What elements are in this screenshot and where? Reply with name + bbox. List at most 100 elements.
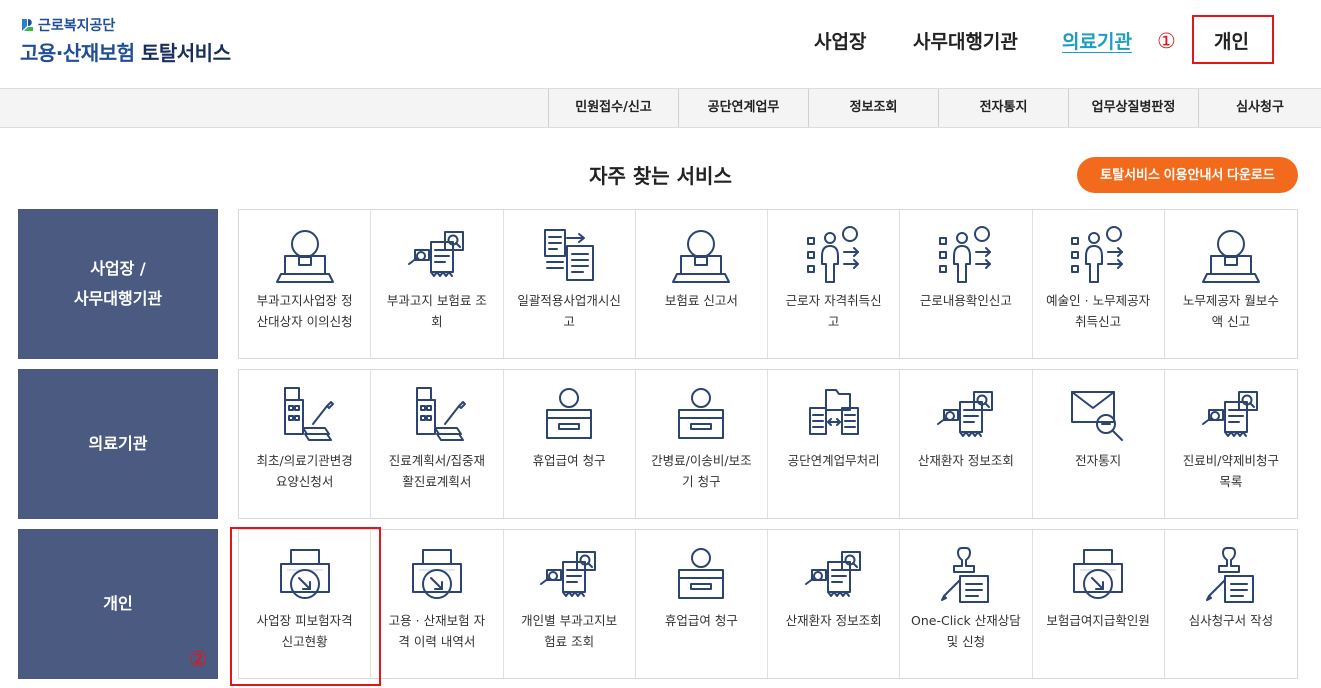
service-tile-label: 진료계획서/집중재 활진료계획서 bbox=[375, 450, 498, 492]
service-tile-label-line: 목록 bbox=[1219, 474, 1243, 489]
service-tile-label-line: 산재환자 정보조회 bbox=[785, 613, 882, 628]
service-tile-label-line: 액 신고 bbox=[1211, 314, 1251, 329]
service-tile[interactable]: $ 간병료/이송비/보조 기 청구 bbox=[636, 370, 768, 518]
service-tile[interactable]: $ 보험료 신고서 bbox=[636, 210, 768, 358]
service-tile-label-line: 보험료 신고서 bbox=[664, 293, 738, 308]
service-tile[interactable]: 근로내용확인신고 bbox=[900, 210, 1033, 358]
nav-medical[interactable]: 의료기관 bbox=[1062, 27, 1132, 54]
service-tile[interactable]: $ 부과고지사업장 정산대상자 이의신청 bbox=[239, 210, 372, 358]
service-tile-label-line: 공단연계업무처리 bbox=[787, 453, 880, 468]
service-tile-label-line: 부과고지사업장 정 bbox=[256, 293, 353, 308]
money-box-icon: $ bbox=[546, 388, 593, 439]
service-tile[interactable]: 산재환자 정보조회 bbox=[900, 370, 1033, 518]
highlight-box-personal-nav bbox=[1192, 15, 1274, 64]
service-tile-label-line: 고 bbox=[563, 314, 575, 329]
folder-exchange-icon bbox=[808, 389, 859, 435]
service-tile-label-line: 휴업급여 청구 bbox=[664, 613, 738, 628]
row-label-line: 사무대행기관 bbox=[73, 289, 163, 308]
service-tile-label: 개인별 부과고지보 험료 조회 bbox=[508, 610, 631, 652]
row-label-personal: 개인 bbox=[18, 529, 218, 679]
mail-search-icon bbox=[1071, 391, 1124, 441]
worker-list-icon bbox=[1071, 226, 1124, 283]
service-tile-label: 노무제공자 월보수 액 신고 bbox=[1169, 290, 1293, 332]
service-tile-label: 진료비/약제비청구목록 bbox=[1169, 450, 1293, 492]
service-tile[interactable]: 최초/의료기관변경 요양신청서 bbox=[239, 370, 372, 518]
service-tile-label-line: 회 bbox=[431, 314, 443, 329]
money-bulb-laptop-icon: $ bbox=[672, 230, 731, 283]
sub-nav-link-work[interactable]: 공단연계업무 bbox=[678, 89, 808, 127]
service-tiles-personal: 사업장 피보험자격 신고현황 고용 · 산재보험 자격 이력 내역서 개인별 부과… bbox=[238, 529, 1298, 679]
svg-text:$: $ bbox=[698, 552, 706, 565]
sub-nav-civil[interactable]: 민원접수/신고 bbox=[548, 89, 678, 127]
step-2-marker: ② bbox=[189, 647, 208, 671]
service-tile[interactable]: 진료계획서/집중재 활진료계획서 bbox=[371, 370, 504, 518]
step-1-marker: ① bbox=[1157, 29, 1176, 53]
service-tile-label-line: 산대상자 이의신청 bbox=[256, 314, 353, 329]
hospital-document-icon bbox=[283, 387, 334, 441]
service-tile-label-line: 진료비/약제비청구 bbox=[1182, 453, 1279, 468]
row-label-text: 의료기관 bbox=[89, 429, 148, 459]
service-tile-label-line: 부과고지 보험료 조 bbox=[386, 293, 487, 308]
service-tile-label: 심사청구서 작성 bbox=[1169, 610, 1293, 631]
worker-list-icon bbox=[938, 226, 991, 283]
service-tile-label: 부과고지사업장 정산대상자 이의신청 bbox=[243, 290, 366, 332]
svg-text:$: $ bbox=[300, 237, 310, 253]
sub-nav-review[interactable]: 심사청구 bbox=[1198, 89, 1321, 127]
service-tile-label: 전자통지 bbox=[1037, 450, 1160, 471]
nav-business[interactable]: 사업장 bbox=[814, 27, 866, 54]
service-tile[interactable]: $ 휴업급여 청구 bbox=[504, 370, 636, 518]
row-label-medical: 의료기관 bbox=[18, 369, 218, 519]
sub-nav-info[interactable]: 정보조회 bbox=[808, 89, 938, 127]
service-tile-label: 산재환자 정보조회 bbox=[904, 450, 1027, 471]
service-tile[interactable]: 심사청구서 작성 bbox=[1165, 530, 1297, 678]
printer-download-icon bbox=[1073, 549, 1124, 599]
service-tile[interactable]: $ 노무제공자 월보수 액 신고 bbox=[1165, 210, 1297, 358]
highlight-box-tile bbox=[230, 527, 381, 686]
service-tile-label: 근로자 자격취득신 고 bbox=[772, 290, 895, 332]
service-tile[interactable]: 전자통지 bbox=[1033, 370, 1165, 518]
service-tile-label: 산재환자 정보조회 bbox=[772, 610, 895, 631]
nav-agency[interactable]: 사무대행기관 bbox=[913, 27, 1018, 54]
search-document-icon bbox=[540, 551, 597, 597]
search-document-icon bbox=[1201, 391, 1258, 437]
service-tile[interactable]: 일괄적용사업개시신고 bbox=[504, 210, 636, 358]
service-tile[interactable]: $ 휴업급여 청구 bbox=[636, 530, 768, 678]
row-label-text: 개인 bbox=[103, 589, 132, 619]
service-tile-label: 휴업급여 청구 bbox=[640, 610, 763, 631]
service-tile-label-line: 고 bbox=[827, 314, 840, 329]
sub-nav: 민원접수/신고 공단연계업무 정보조회 전자통지 업무상질병판정 심사청구 bbox=[0, 88, 1321, 128]
stamp-document-icon bbox=[940, 547, 989, 603]
service-tile[interactable]: 부과고지 보험료 조회 bbox=[371, 210, 504, 358]
service-tile[interactable]: 산재환자 정보조회 bbox=[768, 530, 901, 678]
service-tile-label-line: 개인별 부과고지보 bbox=[521, 613, 618, 628]
service-tile[interactable]: 고용 · 산재보험 자격 이력 내역서 bbox=[371, 530, 504, 678]
service-tile-label-line: 격 이력 내역서 bbox=[398, 634, 476, 649]
service-tile[interactable]: 공단연계업무처리 bbox=[768, 370, 901, 518]
service-tile-label-line: 휴업급여 청구 bbox=[532, 453, 606, 468]
service-tile-label: 예술인 · 노무제공자 취득신고 bbox=[1037, 290, 1160, 332]
service-tile-label-line: 일괄적용사업개시신 bbox=[517, 293, 621, 308]
service-tile[interactable]: 진료비/약제비청구목록 bbox=[1165, 370, 1297, 518]
service-tile-label-line: 근로내용확인신고 bbox=[919, 293, 1012, 308]
service-tile-label-line: 심사청구서 작성 bbox=[1188, 613, 1274, 628]
site-header: 근로복지공단 고용·산재보험 토탈서비스 사업장 사무대행기관 의료기관 ① 개… bbox=[0, 0, 1321, 88]
sub-nav-notice[interactable]: 전자통지 bbox=[938, 89, 1068, 127]
service-tile[interactable]: 근로자 자격취득신 고 bbox=[768, 210, 901, 358]
svg-text:$: $ bbox=[1226, 237, 1236, 253]
row-label-business: 사업장 / 사무대행기관 bbox=[18, 209, 218, 359]
money-box-icon: $ bbox=[678, 548, 725, 599]
service-tile-label-line: 전자통지 bbox=[1075, 453, 1122, 468]
search-document-icon bbox=[407, 231, 464, 277]
service-tile[interactable]: One-Click 산재상담및 신청 bbox=[900, 530, 1033, 678]
service-tile-label: 간병료/이송비/보조 기 청구 bbox=[640, 450, 763, 492]
service-tile-label-line: One-Click 산재상담 bbox=[911, 613, 1021, 628]
service-tile-label-line: 및 신청 bbox=[946, 634, 986, 649]
search-document-icon bbox=[804, 551, 861, 597]
sub-nav-disease[interactable]: 업무상질병판정 bbox=[1068, 89, 1198, 127]
service-tile[interactable]: 예술인 · 노무제공자 취득신고 bbox=[1033, 210, 1165, 358]
row-label-line: 의료기관 bbox=[88, 434, 148, 453]
guide-download-button[interactable]: 토탈서비스 이용안내서 다운로드 bbox=[1077, 157, 1298, 193]
service-tile[interactable]: 보험급여지급확인원 bbox=[1033, 530, 1165, 678]
printer-download-icon bbox=[411, 549, 462, 599]
service-tile[interactable]: 개인별 부과고지보 험료 조회 bbox=[504, 530, 636, 678]
